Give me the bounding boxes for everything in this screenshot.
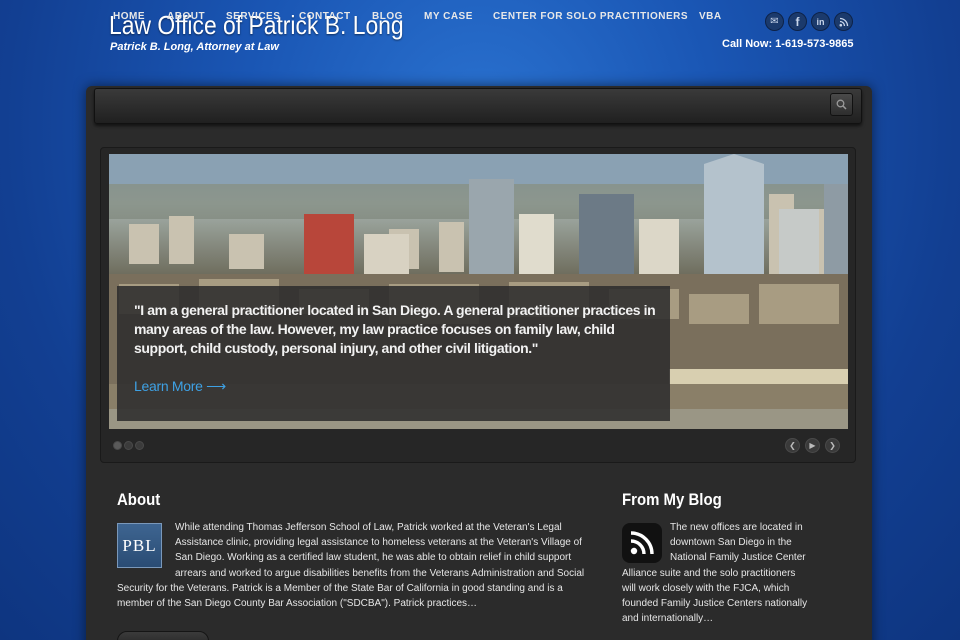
- main-nav: [94, 88, 862, 124]
- nav-services[interactable]: SERVICES: [226, 11, 280, 22]
- site-tagline: Patrick B. Long, Attorney at Law: [110, 41, 279, 53]
- learn-more-link[interactable]: Learn More ⟶: [134, 378, 226, 395]
- rss-feed-icon[interactable]: [622, 523, 662, 563]
- nav-contact[interactable]: CONTACT: [299, 11, 351, 22]
- slider-dot-3[interactable]: [135, 441, 144, 450]
- nav-my-case[interactable]: MY CASE: [424, 11, 473, 22]
- slider-dot-1[interactable]: [113, 441, 122, 450]
- slider-dot-2[interactable]: [124, 441, 133, 450]
- facebook-icon[interactable]: f: [788, 12, 807, 31]
- nav-vba[interactable]: VBA: [699, 11, 722, 22]
- social-links: ✉ f in: [765, 12, 853, 31]
- nav-center-for-solo-practitioners[interactable]: CENTER FOR SOLO PRACTITIONERS: [493, 11, 688, 22]
- nav-blog[interactable]: BLOG: [372, 11, 403, 22]
- rss-icon[interactable]: [834, 12, 853, 31]
- email-icon[interactable]: ✉: [765, 12, 784, 31]
- play-icon[interactable]: ▶: [805, 438, 820, 453]
- pbl-logo: PBL: [117, 523, 162, 568]
- nav-about[interactable]: ABOUT: [167, 11, 205, 22]
- about-heading: About: [117, 490, 161, 509]
- about-text: While attending Thomas Jefferson School …: [117, 520, 597, 611]
- search-icon: [836, 99, 847, 110]
- slider-controls: ❮ ▶ ❯: [785, 438, 840, 453]
- nav-home[interactable]: HOME: [113, 11, 145, 22]
- blog-heading: From My Blog: [622, 490, 722, 509]
- slider-pagination: [113, 441, 144, 450]
- linkedin-icon[interactable]: in: [811, 12, 830, 31]
- chevron-right-icon[interactable]: ❯: [825, 438, 840, 453]
- search-button[interactable]: [830, 93, 853, 116]
- slide-caption-text: "I am a general practitioner located in …: [134, 302, 656, 356]
- about-paragraph: While attending Thomas Jefferson School …: [117, 522, 585, 610]
- read-more-button[interactable]: [117, 631, 209, 640]
- phone-number[interactable]: Call Now: 1-619-573-9865: [722, 38, 853, 50]
- chevron-left-icon[interactable]: ❮: [785, 438, 800, 453]
